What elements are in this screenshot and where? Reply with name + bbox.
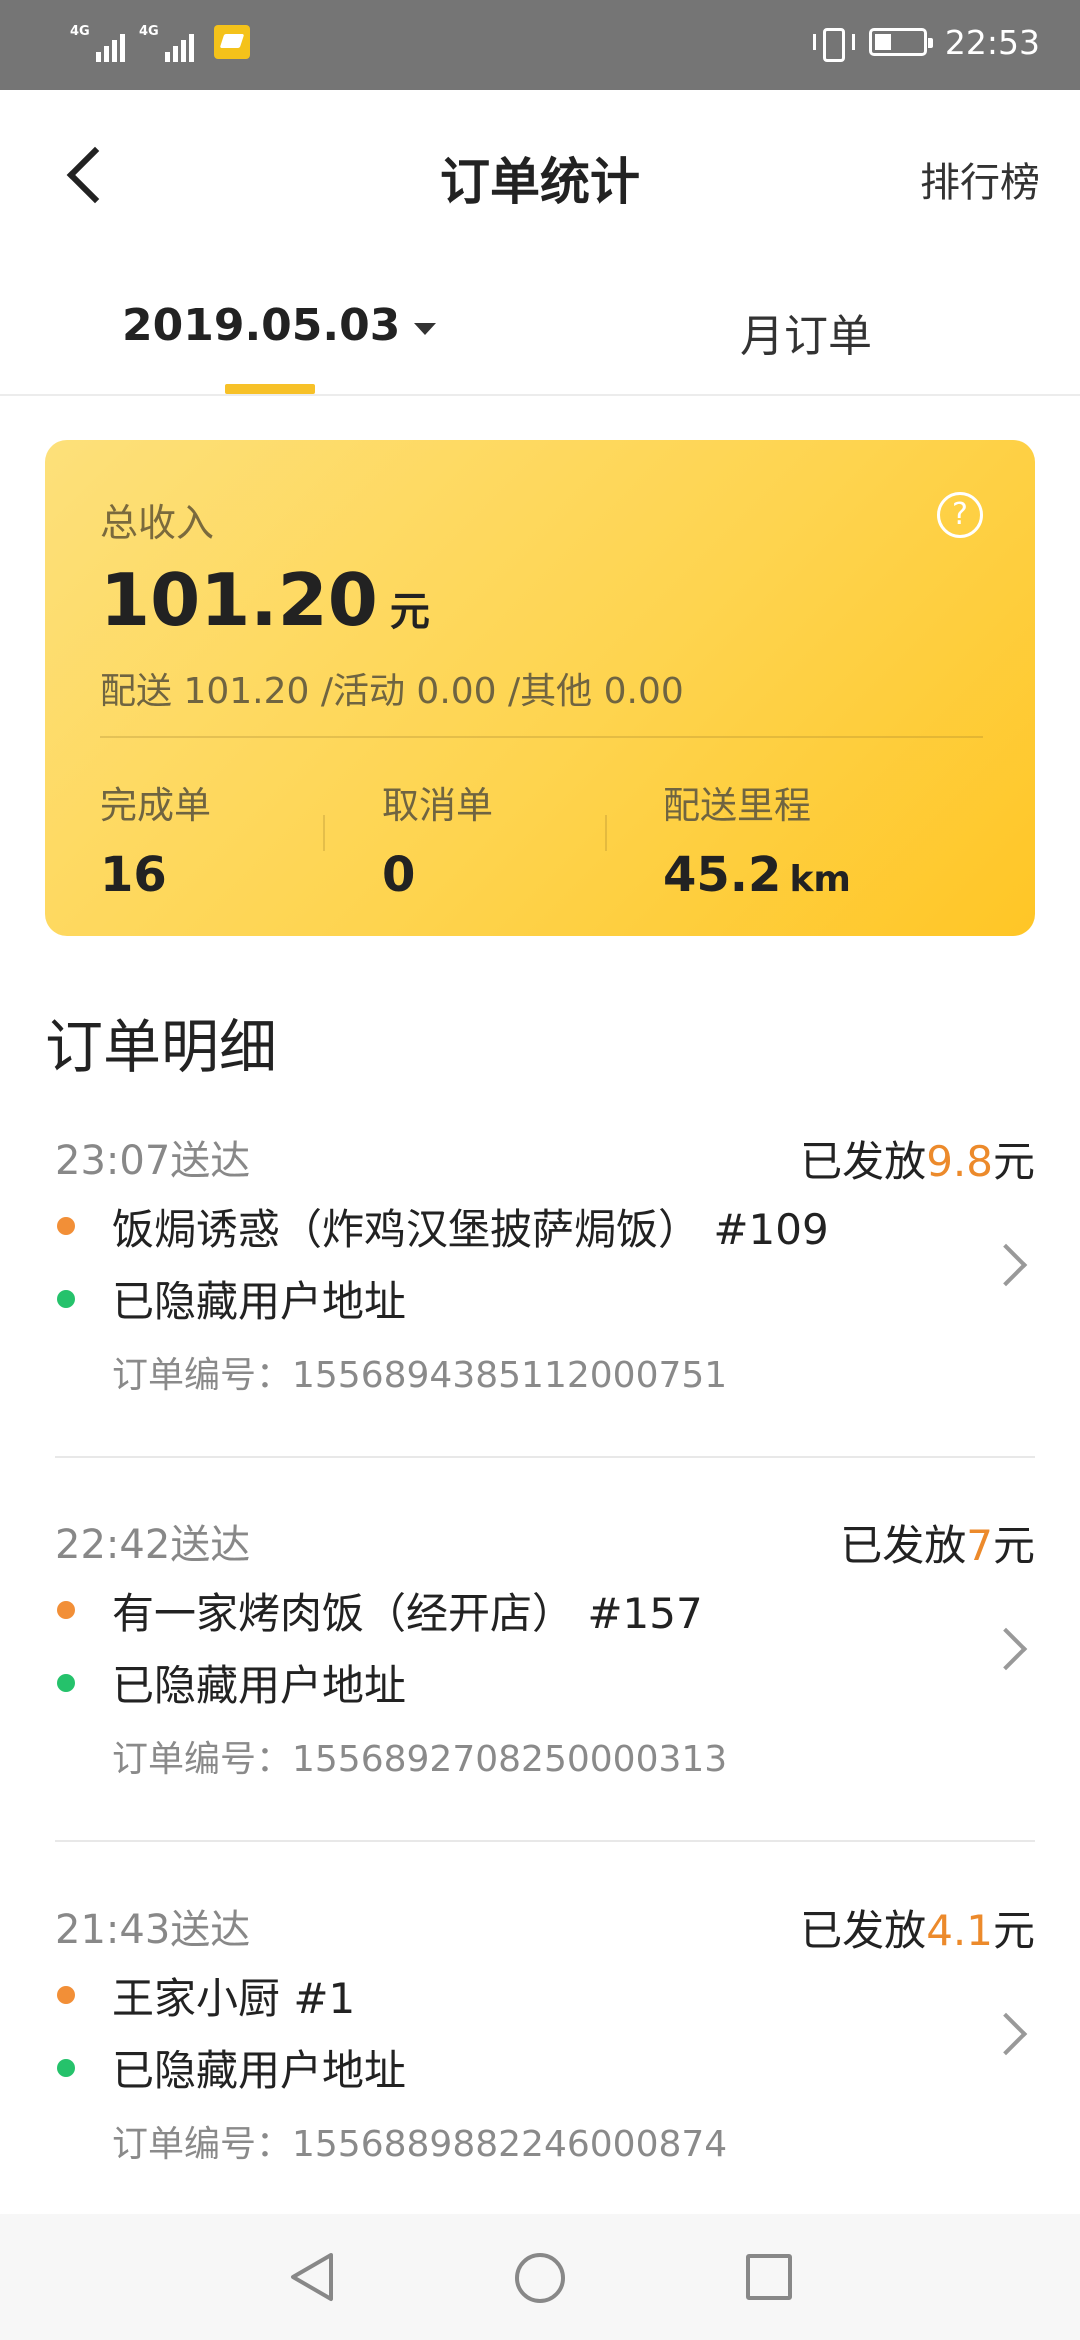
order-delivered-time: 23:07送达 xyxy=(55,1138,251,1184)
stat-distance: 配送里程 45.2 km xyxy=(663,775,851,903)
order-shop-name: 有一家烤肉饭（经开店） #157 xyxy=(112,1589,703,1638)
order-payout: 已发放7元 xyxy=(840,1521,1035,1570)
stat-separator xyxy=(605,815,607,851)
order-address: 已隐藏用户地址 xyxy=(112,1277,407,1326)
card-divider xyxy=(100,736,983,738)
vibrate-icon xyxy=(811,22,855,62)
income-amount: 101.20 元 xyxy=(100,558,430,642)
order-details-title: 订单明细 xyxy=(45,1013,278,1081)
row-divider xyxy=(55,1840,1035,1842)
system-nav-bar xyxy=(0,2214,1080,2340)
order-delivered-time: 21:43送达 xyxy=(55,1907,251,1953)
income-summary-card: 总收入 ? 101.20 元 配送 101.20 /活动 0.00 /其他 0.… xyxy=(45,440,1035,936)
battery-icon xyxy=(868,28,933,56)
stat-label: 取消单 xyxy=(382,784,493,827)
address-dot-icon xyxy=(57,1290,75,1308)
app-notification-icon xyxy=(214,25,250,59)
income-value: 101.20 xyxy=(100,558,378,642)
shop-dot-icon xyxy=(57,1217,75,1235)
payout-amount: 9.8 xyxy=(926,1137,993,1186)
status-bar: 4G 4G 22:53 xyxy=(0,0,1080,90)
app-header: 订单统计 排行榜 xyxy=(0,90,1080,260)
chevron-right-icon[interactable] xyxy=(984,2012,1028,2056)
tab-monthly-orders[interactable]: 月订单 xyxy=(740,300,872,364)
tab-bar: 2019.05.03 月订单 xyxy=(0,260,1080,396)
order-item[interactable]: 22:42送达 已发放7元 有一家烤肉饭（经开店） #157 已隐藏用户地址 订… xyxy=(55,1512,1035,1896)
order-item[interactable]: 23:07送达 已发放9.8元 饭焗诱惑（炸鸡汉堡披萨焗饭） #109 已隐藏用… xyxy=(55,1128,1035,1512)
stat-separator xyxy=(323,815,325,851)
stat-label: 配送里程 xyxy=(663,784,811,827)
status-left: 4G 4G xyxy=(70,22,250,62)
status-time: 22:53 xyxy=(944,22,1040,62)
tab-date-label: 2019.05.03 xyxy=(122,300,401,351)
signal-icon: 4G xyxy=(139,22,194,62)
order-payout: 已发放4.1元 xyxy=(800,1906,1035,1955)
order-delivered-time: 22:42送达 xyxy=(55,1522,251,1568)
help-icon[interactable]: ? xyxy=(937,492,983,538)
tab-date-picker[interactable]: 2019.05.03 xyxy=(122,300,437,351)
network-type-label: 4G xyxy=(70,24,90,39)
address-dot-icon xyxy=(57,1674,75,1692)
row-divider xyxy=(55,1456,1035,1458)
chevron-right-icon[interactable] xyxy=(984,1627,1028,1671)
active-tab-indicator xyxy=(225,384,315,394)
signal-icon: 4G xyxy=(70,22,125,62)
nav-back-icon[interactable] xyxy=(287,2251,335,2303)
stat-completed: 完成单 16 xyxy=(100,775,211,903)
nav-home-icon[interactable] xyxy=(515,2253,565,2303)
stat-cancelled: 取消单 0 xyxy=(382,775,493,903)
payout-amount: 4.1 xyxy=(926,1906,993,1955)
order-address: 已隐藏用户地址 xyxy=(112,1661,407,1710)
chevron-right-icon[interactable] xyxy=(984,1243,1028,1287)
page-title: 订单统计 xyxy=(440,153,640,211)
stat-value: 0 xyxy=(382,847,416,903)
stat-label: 完成单 xyxy=(100,784,211,827)
ranking-link[interactable]: 排行榜 xyxy=(920,150,1040,208)
order-number: 订单编号：1556894385112000751 xyxy=(112,1355,728,1396)
order-shop-name: 饭焗诱惑（炸鸡汉堡披萨焗饭） #109 xyxy=(112,1205,829,1254)
stat-value: 45.2 km xyxy=(663,847,851,903)
income-unit: 元 xyxy=(389,589,430,635)
income-breakdown: 配送 101.20 /活动 0.00 /其他 0.00 xyxy=(100,671,684,712)
network-type-label: 4G xyxy=(139,24,159,39)
address-dot-icon xyxy=(57,2059,75,2077)
income-label: 总收入 xyxy=(100,501,215,545)
caret-down-icon xyxy=(414,322,437,335)
order-shop-name: 王家小厨 #1 xyxy=(112,1974,356,2023)
shop-dot-icon xyxy=(57,1601,75,1619)
nav-recent-icon[interactable] xyxy=(746,2254,792,2300)
shop-dot-icon xyxy=(57,1986,75,2004)
payout-amount: 7 xyxy=(966,1521,993,1570)
order-payout: 已发放9.8元 xyxy=(800,1137,1035,1186)
order-number: 订单编号：1556892708250000313 xyxy=(112,1739,728,1780)
stat-value: 16 xyxy=(100,847,167,903)
order-address: 已隐藏用户地址 xyxy=(112,2046,407,2095)
status-right: 22:53 xyxy=(811,22,1040,62)
order-number: 订单编号：1556889882246000874 xyxy=(112,2124,728,2165)
